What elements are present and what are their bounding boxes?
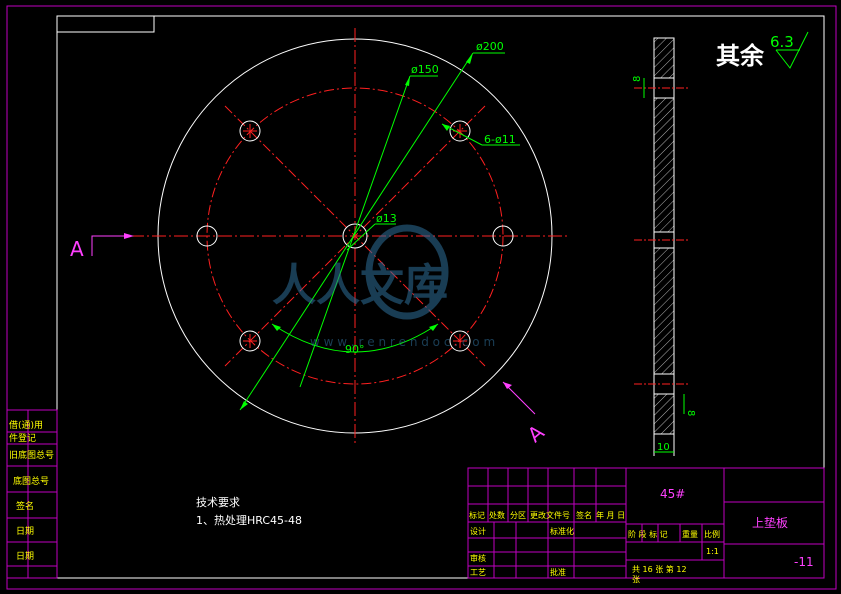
front-view: ø200 ø150 6-ø11 ø13 90° A A — [70, 28, 570, 447]
tb-label-stage: 阶 段 标 记 — [628, 529, 668, 539]
tb-scale: 1:1 — [706, 547, 719, 556]
dim-outer-dia: ø200 — [476, 40, 504, 53]
tb-label-sign: 签名 — [576, 510, 592, 520]
tb-label-count: 处数 — [489, 510, 505, 520]
tb-label-zone: 分区 — [510, 511, 526, 520]
side-label-5: 签名 — [16, 500, 34, 512]
code-box — [57, 16, 155, 33]
cad-drawing-canvas: 借(通)用 件登记 旧底图总号 底图总号 签名 日期 日期 ø200 ø150 … — [6, 5, 837, 590]
tb-label-weight: 重量 — [682, 529, 698, 539]
section-marker-left: A — [70, 233, 134, 261]
section-letter-right: A — [523, 420, 549, 447]
side-label-4: 底图总号 — [13, 475, 49, 487]
dim-bolt-circle: ø150 — [411, 63, 439, 76]
section-view: 10 8 8 — [632, 37, 696, 456]
tb-drawing-no: -11 — [794, 555, 814, 569]
dim-angle: 90° — [345, 343, 365, 356]
tb-sheet-info: 共 16 张 第 12 — [632, 564, 687, 574]
tb-label-mark: 标记 — [469, 510, 485, 520]
tb-label-change-doc: 更改文件号 — [530, 510, 570, 520]
roughness-label: 其余 — [716, 42, 765, 70]
dim-step-bottom: 8 — [685, 410, 696, 416]
section-letter-left: A — [70, 237, 84, 261]
tb-label-check: 审核 — [470, 553, 486, 563]
side-label-3: 旧底图总号 — [9, 449, 54, 461]
tb-label-approve: 批准 — [550, 567, 566, 577]
roughness-value: 6.3 — [770, 33, 794, 51]
outer-border — [6, 5, 837, 590]
tb-part-name: 上垫板 — [752, 515, 788, 530]
dimension-leaders — [239, 52, 520, 411]
side-label-2: 件登记 — [9, 432, 36, 444]
tb-material: 45# — [660, 487, 685, 501]
side-label-6: 日期 — [16, 526, 34, 537]
dim-step-top: 8 — [632, 76, 643, 82]
tb-label-ymd: 年 月 日 — [596, 510, 625, 520]
tb-label-standardize: 标准化 — [550, 526, 574, 536]
side-label-7: 日期 — [16, 551, 34, 562]
tb-sheet-word: 张 — [632, 575, 640, 584]
dim-thickness: 10 — [657, 442, 670, 453]
tb-label-ratio: 比例 — [704, 529, 720, 539]
tb-label-process: 工艺 — [470, 568, 486, 577]
dim-center-hole: ø13 — [376, 212, 397, 225]
tech-req-title: 技术要求 — [196, 496, 240, 509]
dia200-leader — [239, 52, 474, 411]
tb-label-design: 设计 — [470, 526, 486, 536]
roughness-note: 其余 6.3 — [716, 31, 809, 70]
inner-border — [56, 15, 825, 579]
tech-req-item-1: 1、热处理HRC45-48 — [196, 514, 302, 527]
side-label-1: 借(通)用 — [9, 419, 43, 431]
section-marker-right: A — [502, 381, 549, 447]
dim-holes: 6-ø11 — [484, 133, 516, 146]
